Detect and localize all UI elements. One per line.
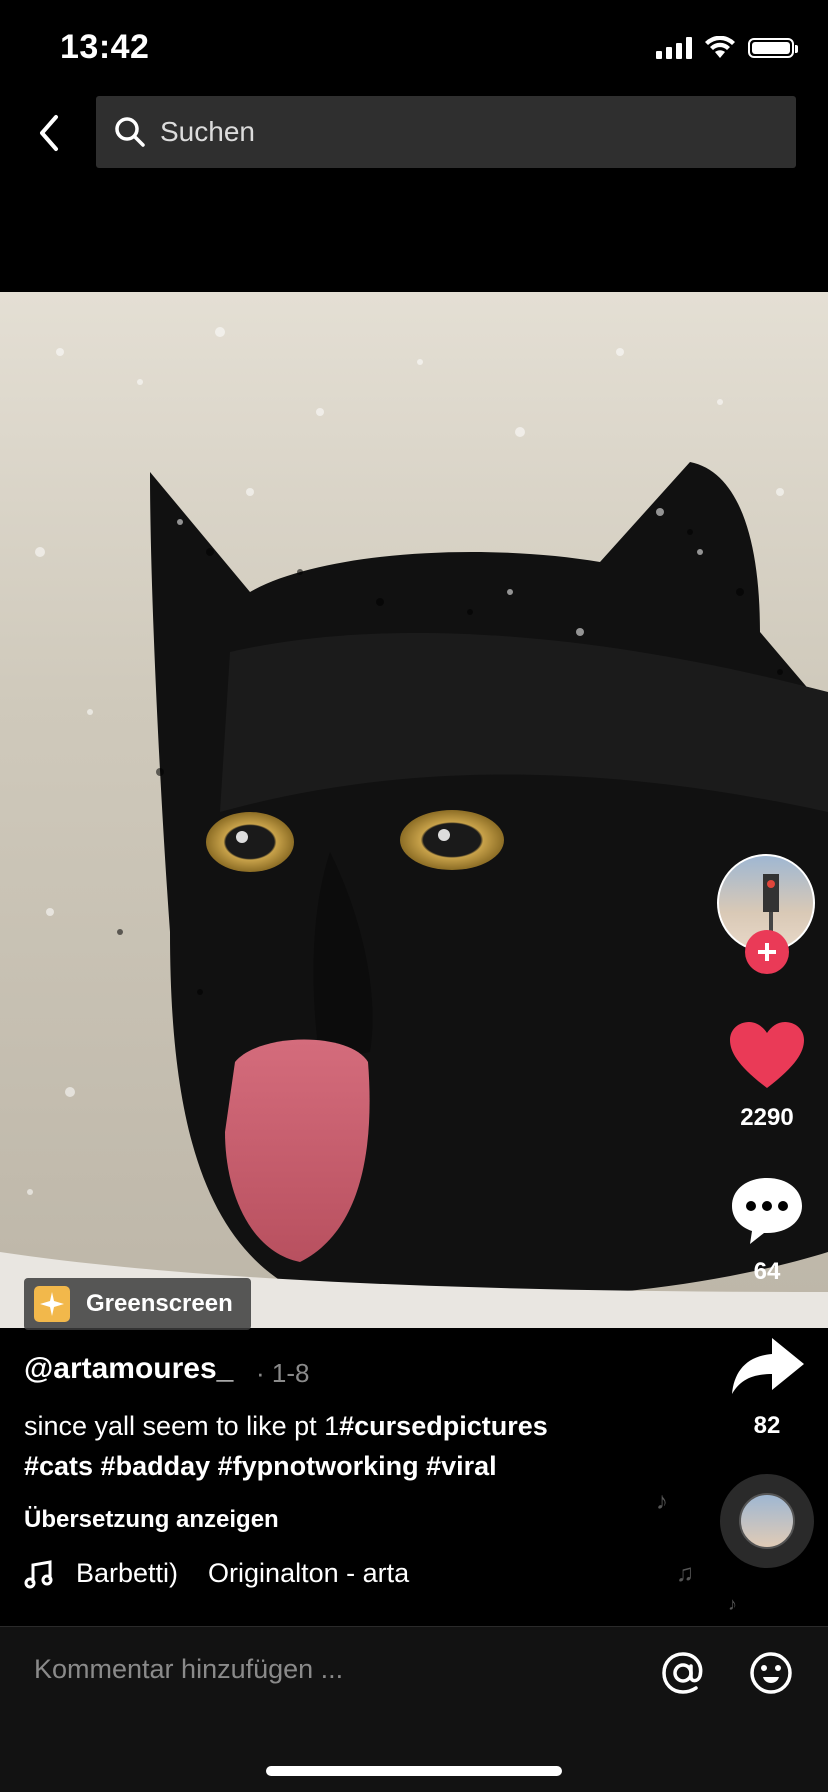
caption-text: since yall seem to like pt 1: [24, 1411, 340, 1441]
follow-plus-button[interactable]: [745, 930, 789, 974]
hashtag-links[interactable]: #cats #badday #fypnotworking #viral: [24, 1451, 497, 1481]
status-icons: [656, 36, 798, 60]
music-note-icon: [24, 1559, 53, 1588]
cellular-signal-icon: [656, 37, 692, 59]
plus-icon: [758, 943, 776, 961]
battery-icon: [748, 38, 798, 58]
post-date: · 1-8: [256, 1358, 310, 1388]
music-title: Barbetti) Originalton - arta: [76, 1558, 410, 1588]
like-count: 2290: [740, 1104, 794, 1131]
music-disc-artwork: [739, 1493, 795, 1549]
video-frame-cat-image: [0, 327, 828, 1328]
share-arrow-icon[interactable]: [728, 1334, 806, 1400]
translate-link[interactable]: Übersetzung anzeigen: [24, 1506, 279, 1534]
comment-bubble-icon[interactable]: [728, 1174, 806, 1246]
greenscreen-effect-badge[interactable]: Greenscreen: [24, 1278, 251, 1330]
share-count: 82: [753, 1412, 781, 1439]
chevron-left-icon: [40, 115, 58, 151]
hashtag-link[interactable]: #cursedpictures: [339, 1411, 548, 1441]
status-time: 13:42: [60, 28, 150, 66]
sparkle-icon: [34, 1286, 70, 1322]
floating-note-icon: ♪: [728, 1594, 737, 1614]
video-player[interactable]: [0, 292, 828, 1328]
music-disc-button[interactable]: [720, 1474, 814, 1568]
comment-input[interactable]: Kommentar hinzufügen ...: [34, 1654, 343, 1685]
home-indicator: [266, 1766, 562, 1776]
back-button[interactable]: [26, 108, 70, 158]
wifi-icon: [705, 36, 735, 58]
greenscreen-label: Greenscreen: [86, 1290, 233, 1317]
floating-note-icon: ♫: [676, 1560, 694, 1587]
search-input[interactable]: Suchen: [96, 96, 796, 168]
like-heart-icon[interactable]: [728, 1020, 806, 1092]
search-placeholder: Suchen: [160, 116, 255, 147]
post-caption: since yall seem to like pt 1#cursedpictu…: [24, 1406, 664, 1486]
at-mention-icon[interactable]: [660, 1650, 706, 1696]
emoji-icon[interactable]: [748, 1650, 794, 1696]
music-info[interactable]: Barbetti) Originalton - arta: [24, 1558, 444, 1589]
floating-note-icon: ♪: [656, 1488, 668, 1515]
creator-username[interactable]: @artamoures_: [24, 1352, 233, 1386]
comment-count: 64: [753, 1258, 781, 1285]
search-icon: [115, 117, 145, 147]
